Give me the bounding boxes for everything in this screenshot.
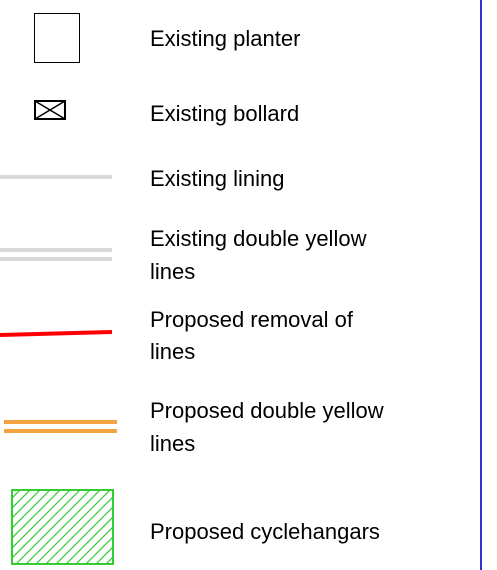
legend-label-existing-planter: Existing planter [150, 26, 301, 51]
proposed-cyclehangars-symbol [11, 489, 114, 565]
existing-lining-symbol [0, 175, 112, 179]
proposed-removal-of-lines-symbol [0, 330, 113, 337]
legend-label-proposed-removal-line2: lines [150, 339, 196, 364]
existing-bollard-symbol [34, 100, 66, 120]
legend-label-proposed-double-yellow-line1: Proposed double yellow [150, 398, 384, 423]
legend-label-proposed-cyclehangars: Proposed cyclehangars [150, 519, 380, 544]
legend-label-existing-double-yellow-line2: lines [150, 259, 196, 284]
legend-label-proposed-double-yellow-line2: lines [150, 431, 196, 456]
legend-label-existing-lining: Existing lining [150, 166, 285, 191]
page-border [480, 0, 482, 570]
legend-label-existing-bollard: Existing bollard [150, 101, 300, 126]
proposed-double-yellow-lines-symbol [4, 420, 117, 433]
legend-label-existing-double-yellow-line1: Existing double yellow [150, 226, 367, 251]
existing-double-yellow-lines-symbol [0, 248, 112, 261]
legend-label-proposed-removal-line1: Proposed removal of [150, 307, 353, 332]
existing-planter-symbol [34, 13, 80, 63]
